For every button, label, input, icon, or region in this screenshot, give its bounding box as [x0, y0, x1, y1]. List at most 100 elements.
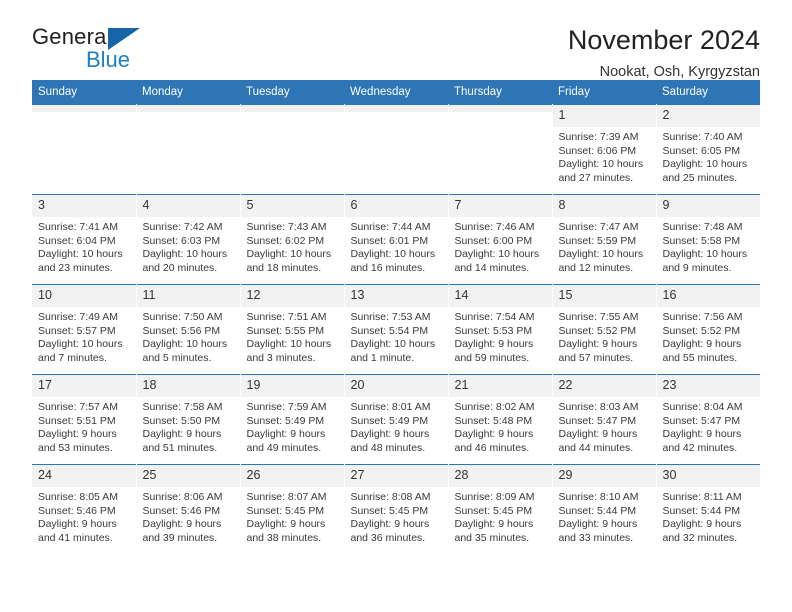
calendar-day-cell[interactable]: 18 Sunrise: 7:58 AM Sunset: 5:50 PM Dayligh… — [136, 374, 241, 465]
daylight-duration-line2: and 5 minutes. — [142, 351, 212, 364]
day-details: Sunrise: 8:07 AM Sunset: 5:45 PM Daylight:… — [241, 487, 344, 545]
day-details: Sunrise: 7:55 AM Sunset: 5:52 PM Daylight:… — [553, 307, 656, 365]
calendar-day-cell[interactable]: 13 Sunrise: 7:53 AM Sunset: 5:54 PM Dayligh… — [344, 284, 449, 375]
daylight-duration-line2: and 38 minutes. — [246, 531, 322, 544]
sunset-time: Sunset: 5:44 PM — [662, 504, 741, 517]
day-number: 3 — [32, 195, 136, 217]
daylight-duration-line2: and 36 minutes. — [350, 531, 426, 544]
day-number: 7 — [448, 195, 552, 217]
calendar-day-cell-empty — [240, 104, 345, 195]
daylight-duration-line1: Daylight: 10 hours — [142, 338, 228, 351]
daylight-duration-line2: and 35 minutes. — [454, 531, 530, 544]
calendar-day-cell-empty — [448, 104, 553, 195]
day-number: 30 — [656, 465, 760, 487]
calendar-day-cell[interactable]: 4 Sunrise: 7:42 AM Sunset: 6:03 PM Daylight… — [136, 194, 241, 285]
calendar-day-cell[interactable]: 9 Sunrise: 7:48 AM Sunset: 5:58 PM Daylight… — [656, 194, 760, 285]
calendar-day-cell[interactable]: 26 Sunrise: 8:07 AM Sunset: 5:45 PM Dayligh… — [240, 464, 345, 555]
calendar-day-cell[interactable]: 25 Sunrise: 8:06 AM Sunset: 5:46 PM Dayligh… — [136, 464, 241, 555]
logo-text-blue: Blue — [86, 47, 131, 72]
calendar-day-cell-empty — [32, 104, 137, 195]
calendar-day-cell[interactable]: 21 Sunrise: 8:02 AM Sunset: 5:48 PM Dayligh… — [448, 374, 553, 465]
day-cell-inner — [344, 105, 448, 194]
calendar-day-cell[interactable]: 8 Sunrise: 7:47 AM Sunset: 5:59 PM Daylight… — [552, 194, 657, 285]
day-cell-inner: 29 Sunrise: 8:10 AM Sunset: 5:44 PM Dayligh… — [552, 465, 656, 555]
calendar-day-cell[interactable]: 11 Sunrise: 7:50 AM Sunset: 5:56 PM Dayligh… — [136, 284, 241, 375]
calendar-day-cell[interactable]: 28 Sunrise: 8:09 AM Sunset: 5:45 PM Dayligh… — [448, 464, 553, 555]
general-blue-logo[interactable]: General Blue — [32, 24, 172, 72]
daylight-duration-line2: and 1 minute. — [350, 351, 415, 364]
calendar-day-cell[interactable]: 14 Sunrise: 7:54 AM Sunset: 5:53 PM Dayligh… — [448, 284, 553, 375]
calendar-day-cell[interactable]: 15 Sunrise: 7:55 AM Sunset: 5:52 PM Dayligh… — [552, 284, 657, 375]
calendar-day-cell[interactable]: 23 Sunrise: 8:04 AM Sunset: 5:47 PM Dayligh… — [656, 374, 760, 465]
calendar-day-cell[interactable]: 6 Sunrise: 7:44 AM Sunset: 6:01 PM Daylight… — [344, 194, 449, 285]
calendar-body: 1 Sunrise: 7:39 AM Sunset: 6:06 PM Daylight… — [32, 104, 761, 555]
calendar-day-cell[interactable]: 24 Sunrise: 8:05 AM Sunset: 5:46 PM Dayligh… — [32, 464, 137, 555]
day-number: 14 — [448, 285, 552, 307]
day-details: Sunrise: 7:44 AM Sunset: 6:01 PM Daylight:… — [345, 217, 448, 275]
sunset-time: Sunset: 5:52 PM — [662, 324, 741, 337]
day-number: 18 — [136, 375, 240, 397]
weekday-header-saturday: Saturday — [656, 80, 760, 105]
day-number: 19 — [240, 375, 344, 397]
sunset-time: Sunset: 6:03 PM — [142, 234, 221, 247]
day-cell-inner: 15 Sunrise: 7:55 AM Sunset: 5:52 PM Dayligh… — [552, 285, 656, 374]
sunrise-time: Sunrise: 7:54 AM — [454, 311, 535, 323]
calendar-day-cell[interactable]: 7 Sunrise: 7:46 AM Sunset: 6:00 PM Daylight… — [448, 194, 553, 285]
day-cell-inner: 3 Sunrise: 7:41 AM Sunset: 6:04 PM Daylight… — [32, 195, 136, 284]
day-number: 28 — [448, 465, 552, 487]
calendar-week-row: 17 Sunrise: 7:57 AM Sunset: 5:51 PM Dayligh… — [32, 374, 760, 465]
day-details: Sunrise: 7:41 AM Sunset: 6:04 PM Daylight:… — [32, 217, 136, 275]
sunrise-time: Sunrise: 8:11 AM — [662, 491, 742, 503]
daylight-duration-line1: Daylight: 10 hours — [350, 338, 436, 351]
calendar-day-cell[interactable]: 22 Sunrise: 8:03 AM Sunset: 5:47 PM Dayligh… — [552, 374, 657, 465]
sunrise-time: Sunrise: 7:58 AM — [142, 401, 223, 413]
day-cell-inner: 11 Sunrise: 7:50 AM Sunset: 5:56 PM Dayligh… — [136, 285, 240, 374]
weekday-header-sunday: Sunday — [32, 80, 136, 105]
sunset-time: Sunset: 6:00 PM — [454, 234, 533, 247]
day-number: 21 — [448, 375, 552, 397]
daylight-duration-line2: and 55 minutes. — [662, 351, 738, 364]
day-cell-inner: 1 Sunrise: 7:39 AM Sunset: 6:06 PM Daylight… — [552, 105, 656, 194]
sunrise-time: Sunrise: 7:53 AM — [350, 311, 431, 323]
calendar-day-cell-empty — [136, 104, 241, 195]
day-details: Sunrise: 7:56 AM Sunset: 5:52 PM Daylight:… — [657, 307, 761, 365]
daylight-duration-line1: Daylight: 9 hours — [454, 338, 534, 351]
day-details: Sunrise: 7:50 AM Sunset: 5:56 PM Daylight:… — [137, 307, 240, 365]
day-details: Sunrise: 7:58 AM Sunset: 5:50 PM Daylight:… — [137, 397, 240, 455]
calendar-day-cell[interactable]: 17 Sunrise: 7:57 AM Sunset: 5:51 PM Dayligh… — [32, 374, 137, 465]
day-cell-inner: 25 Sunrise: 8:06 AM Sunset: 5:46 PM Dayligh… — [136, 465, 240, 555]
calendar-day-cell[interactable]: 2 Sunrise: 7:40 AM Sunset: 6:05 PM Daylight… — [656, 104, 760, 195]
calendar-day-cell[interactable]: 1 Sunrise: 7:39 AM Sunset: 6:06 PM Daylight… — [552, 104, 657, 195]
day-number: 16 — [656, 285, 760, 307]
daylight-duration-line2: and 42 minutes. — [662, 441, 738, 454]
calendar-day-cell[interactable]: 19 Sunrise: 7:59 AM Sunset: 5:49 PM Dayligh… — [240, 374, 345, 465]
daylight-duration-line1: Daylight: 10 hours — [662, 158, 748, 171]
day-details: Sunrise: 8:05 AM Sunset: 5:46 PM Daylight:… — [32, 487, 136, 545]
calendar-day-cell[interactable]: 16 Sunrise: 7:56 AM Sunset: 5:52 PM Dayligh… — [656, 284, 761, 375]
daylight-duration-line2: and 9 minutes. — [662, 261, 732, 274]
sunrise-time: Sunrise: 7:59 AM — [246, 401, 327, 413]
calendar-day-cell[interactable]: 30 Sunrise: 8:11 AM Sunset: 5:44 PM Dayligh… — [656, 464, 761, 555]
daylight-duration-line1: Daylight: 9 hours — [246, 518, 326, 531]
page-title: November 2024 — [567, 25, 760, 55]
day-details: Sunrise: 8:11 AM Sunset: 5:44 PM Daylight:… — [657, 487, 761, 545]
calendar-day-cell[interactable]: 5 Sunrise: 7:43 AM Sunset: 6:02 PM Daylight… — [240, 194, 345, 285]
calendar-day-cell[interactable]: 10 Sunrise: 7:49 AM Sunset: 5:57 PM Dayligh… — [32, 284, 137, 375]
day-number: 12 — [240, 285, 344, 307]
daylight-duration-line2: and 59 minutes. — [454, 351, 530, 364]
sunrise-time: Sunrise: 7:51 AM — [246, 311, 327, 323]
calendar-day-cell[interactable]: 27 Sunrise: 8:08 AM Sunset: 5:45 PM Dayligh… — [344, 464, 449, 555]
day-number — [344, 105, 448, 112]
daylight-duration-line2: and 33 minutes. — [558, 531, 634, 544]
calendar-day-cell[interactable]: 29 Sunrise: 8:10 AM Sunset: 5:44 PM Dayligh… — [552, 464, 657, 555]
daylight-duration-line2: and 41 minutes. — [38, 531, 113, 544]
day-cell-inner: 17 Sunrise: 7:57 AM Sunset: 5:51 PM Dayligh… — [32, 375, 136, 464]
daylight-duration-line2: and 48 minutes. — [350, 441, 426, 454]
calendar-day-cell[interactable]: 12 Sunrise: 7:51 AM Sunset: 5:55 PM Dayligh… — [240, 284, 345, 375]
day-details: Sunrise: 8:02 AM Sunset: 5:48 PM Daylight:… — [449, 397, 552, 455]
sunrise-time: Sunrise: 7:57 AM — [38, 401, 118, 413]
calendar-day-cell[interactable]: 20 Sunrise: 8:01 AM Sunset: 5:49 PM Dayligh… — [344, 374, 449, 465]
calendar-day-cell[interactable]: 3 Sunrise: 7:41 AM Sunset: 6:04 PM Daylight… — [32, 194, 137, 285]
day-number — [240, 105, 344, 112]
daylight-duration-line1: Daylight: 10 hours — [662, 248, 748, 261]
